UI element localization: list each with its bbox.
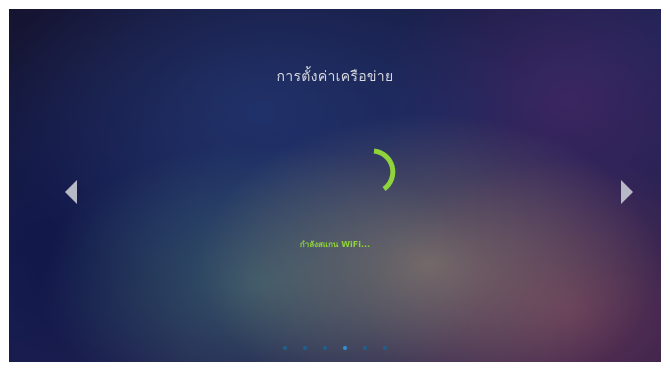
page-dot[interactable]: [363, 346, 367, 350]
page-dot[interactable]: [323, 346, 327, 350]
page-dot-active[interactable]: [343, 346, 347, 350]
page-title: การตั้งค่าเครือข่าย: [276, 69, 394, 85]
page-dot[interactable]: [303, 346, 307, 350]
page-dot[interactable]: [383, 346, 387, 350]
page-dot[interactable]: [283, 346, 287, 350]
scanning-status-text: กำลังสแกน WiFi...: [299, 240, 371, 249]
prev-page-arrow-icon[interactable]: [64, 179, 78, 205]
loading-spinner-icon: [373, 148, 396, 192]
pagination-dots: [9, 346, 661, 352]
next-page-arrow-icon[interactable]: [620, 179, 634, 205]
network-settings-screen: การตั้งค่าเครือข่าย กำลังสแกน WiFi...: [9, 9, 661, 362]
